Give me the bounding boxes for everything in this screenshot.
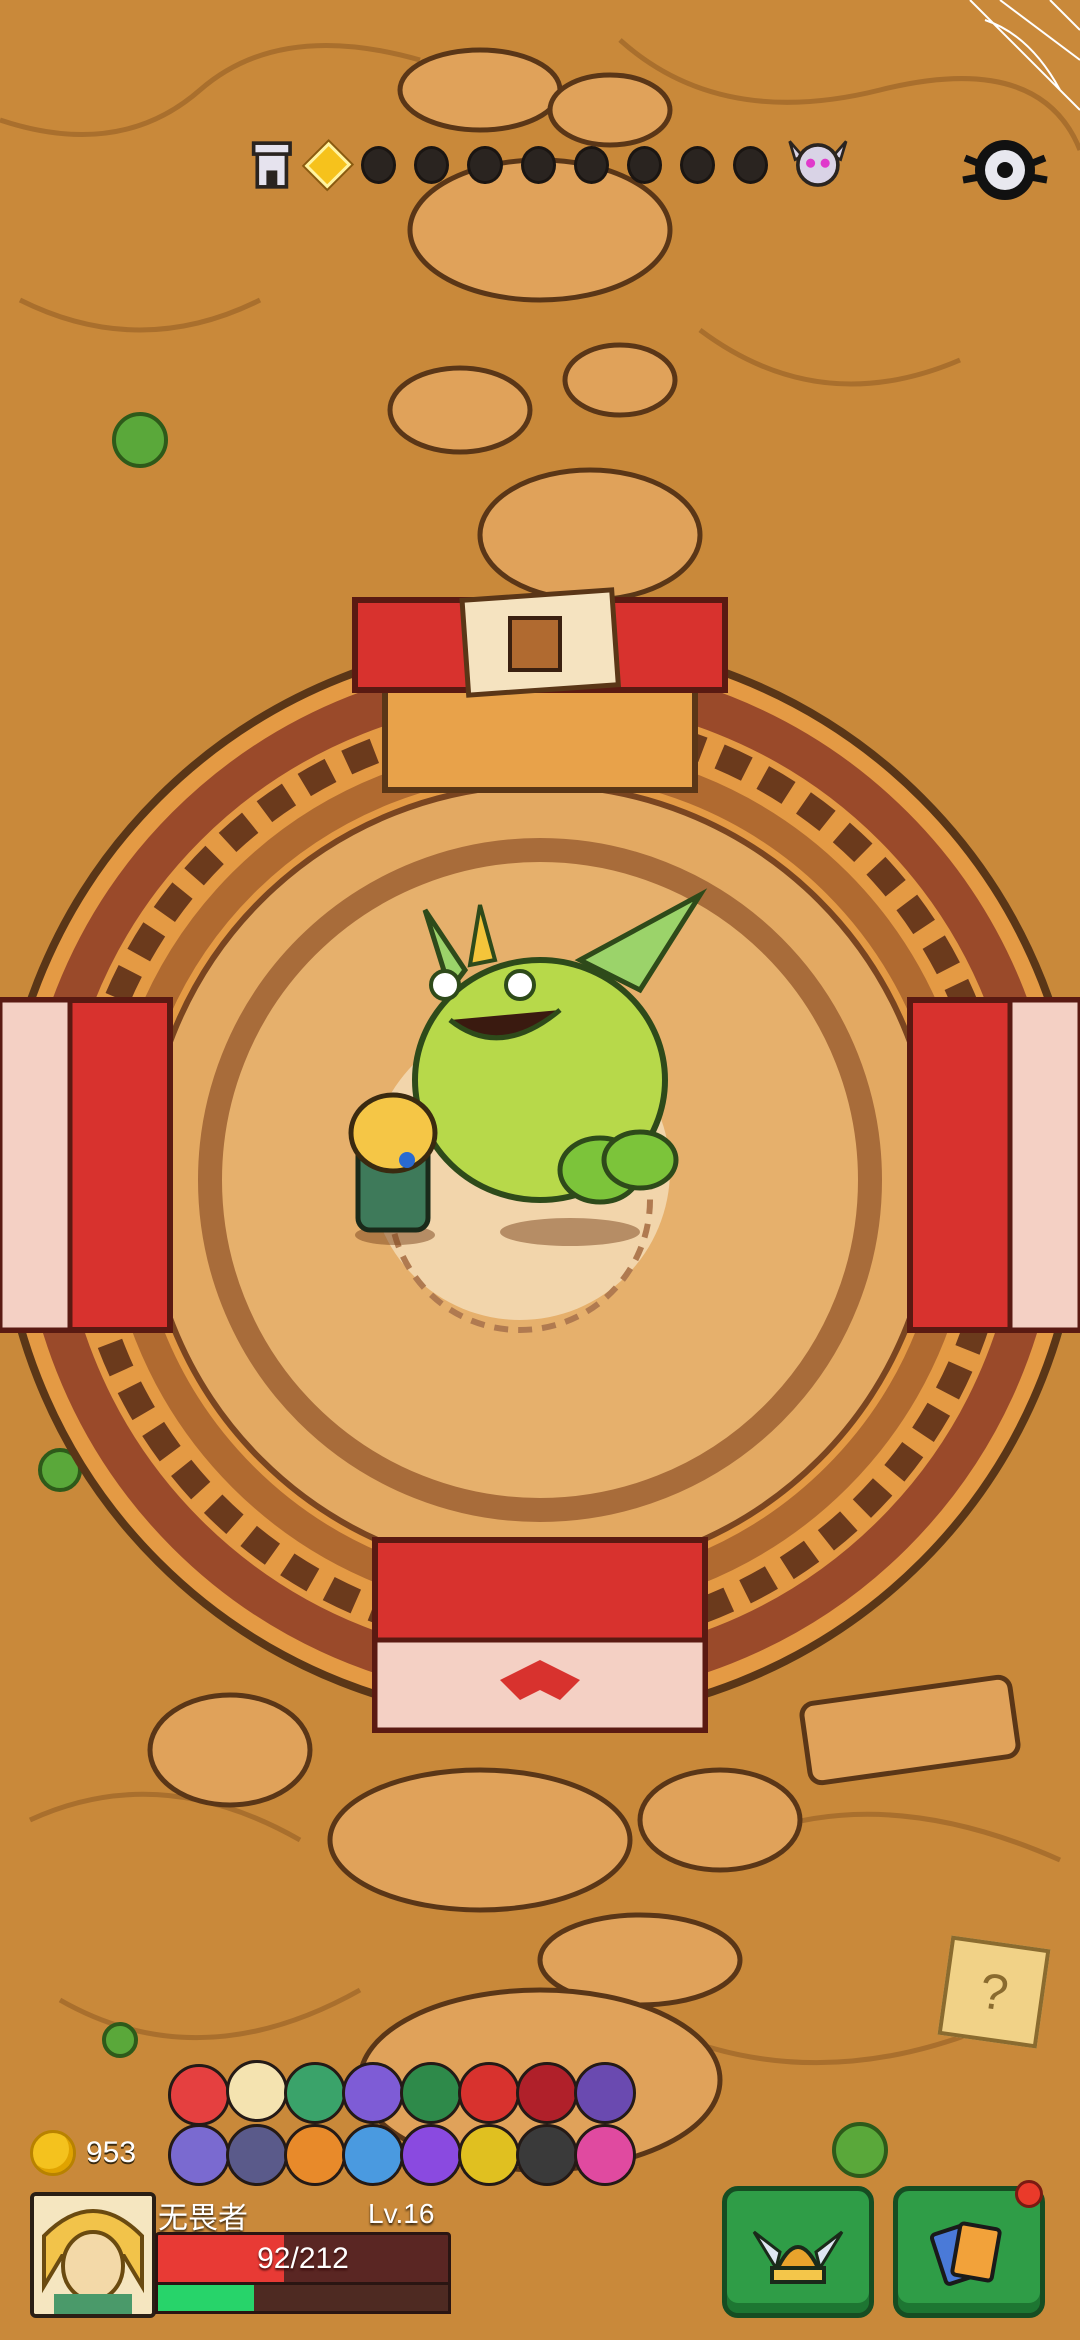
tower-icon [251,141,292,189]
relic-icon[interactable] [458,2124,520,2186]
progress-node [680,146,716,184]
hero-character[interactable] [348,1092,438,1245]
progress-node [733,146,769,184]
progress-node [573,146,609,184]
relic-icon[interactable] [574,2124,636,2186]
progress-node [361,146,397,184]
bat-gate-right [907,997,1080,1333]
coin-amount: 953 [86,2136,137,2169]
health-text: 92/212 [257,2242,349,2275]
relic-icon[interactable] [284,2124,346,2186]
hero-portrait [34,2196,152,2314]
winged-helmet-icon [752,2230,844,2284]
experience-fill [158,2285,254,2311]
coin-icon [30,2130,76,2176]
relic-icon[interactable] [516,2062,578,2124]
game-scene [0,0,1080,2340]
progress-node [467,146,503,184]
relic-tray[interactable] [160,2060,690,2210]
relic-icon[interactable] [342,2124,404,2186]
current-node-marker [304,141,351,189]
relic-icon[interactable] [226,2124,288,2186]
relic-icon[interactable] [284,2062,346,2124]
question-mark-icon: ? [976,1962,1012,2022]
settings-button[interactable] [955,118,1055,218]
player-level: Lv.16 [368,2198,435,2229]
bat-gate-bottom [372,1537,708,1733]
gear-icon [962,140,1048,200]
progress-node [414,146,450,184]
experience-bar [155,2282,451,2314]
coin-counter: 953 [30,2128,136,2178]
mystery-event-card[interactable]: ? [937,1935,1051,2049]
relic-icon[interactable] [168,2064,230,2126]
level-progress [250,130,850,200]
notification-badge [1015,2180,1043,2208]
health-bar: 92/212 [155,2232,451,2286]
relic-icon[interactable] [458,2062,520,2124]
player-avatar[interactable] [30,2192,156,2318]
relic-icon[interactable] [400,2062,462,2124]
demon-skull-icon [788,140,848,187]
relic-icon[interactable] [342,2062,404,2124]
progress-node [626,146,663,184]
equipment-button[interactable] [722,2186,874,2318]
cards-icon [929,2221,1002,2286]
bat-gate-left [0,997,173,1333]
relic-icon[interactable] [168,2124,230,2186]
relic-icon[interactable] [516,2124,578,2186]
relic-icon[interactable] [226,2060,288,2122]
relic-icon[interactable] [400,2124,462,2186]
relic-icon[interactable] [574,2062,636,2124]
player-name: 无畏者 [158,2202,248,2235]
tavern-gate [352,587,728,793]
progress-node [520,146,556,184]
